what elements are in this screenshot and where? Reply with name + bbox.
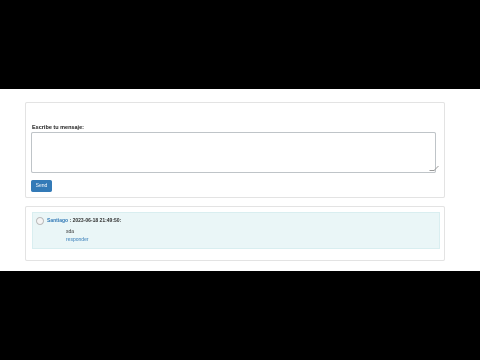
resize-handle-icon[interactable] — [429, 166, 439, 171]
comments-panel: Santiago : 2023-06-18 21:49:50: sda resp… — [25, 206, 445, 261]
reply-link[interactable]: responder — [66, 237, 89, 243]
send-button[interactable]: Send — [31, 180, 52, 192]
page-content: Escribe tu mensaje: Send Santiago : 2023… — [0, 89, 480, 271]
message-textarea[interactable] — [31, 132, 439, 173]
comment-author[interactable]: Santiago — [47, 218, 68, 224]
comment-item: Santiago : 2023-06-18 21:49:50: sda resp… — [32, 212, 440, 249]
comment-header: Santiago : 2023-06-18 21:49:50: — [47, 218, 121, 224]
comment-timestamp: 2023-06-18 21:49:50: — [72, 218, 122, 224]
comment-text: sda — [66, 229, 75, 235]
user-avatar-icon — [36, 217, 44, 225]
message-form-panel: Escribe tu mensaje: Send — [25, 102, 445, 198]
message-label: Escribe tu mensaje: — [32, 125, 84, 131]
